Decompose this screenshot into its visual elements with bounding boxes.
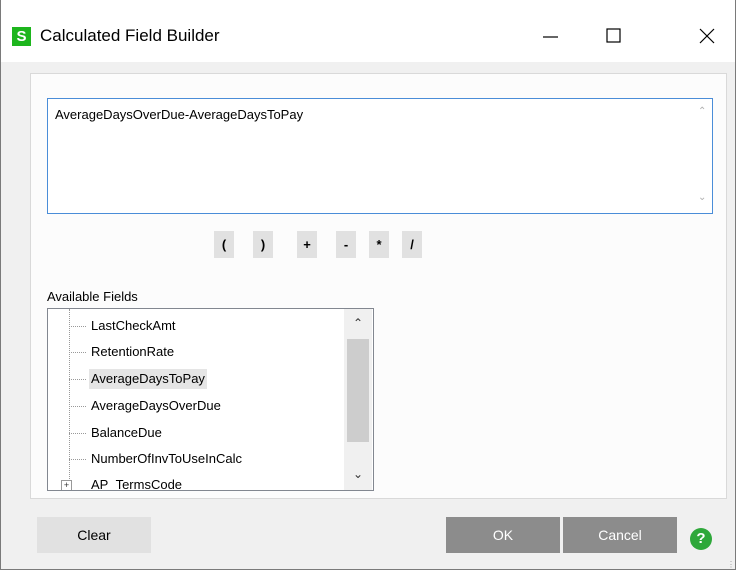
resize-grip-icon[interactable]: ⋮ bbox=[727, 560, 735, 569]
tree-item-retentionrate[interactable]: RetentionRate bbox=[89, 342, 176, 362]
maximize-button[interactable] bbox=[591, 18, 637, 54]
chevron-up-icon[interactable]: ⌃ bbox=[698, 106, 706, 117]
maximize-icon bbox=[606, 28, 621, 43]
clear-button[interactable]: Clear bbox=[37, 517, 151, 553]
tree-connector bbox=[69, 433, 86, 434]
minus-button[interactable]: - bbox=[336, 231, 356, 258]
available-fields-tree[interactable]: LastCheckAmt RetentionRate AverageDaysTo… bbox=[47, 308, 374, 491]
tree-item-averagedaysoverdue[interactable]: AverageDaysOverDue bbox=[89, 396, 223, 416]
tree-connector bbox=[69, 459, 86, 460]
tree-item-balancedue[interactable]: BalanceDue bbox=[89, 423, 164, 443]
multiply-button[interactable]: * bbox=[369, 231, 389, 258]
tree-connector bbox=[69, 406, 86, 407]
tree-item-numberofinvtouseincalc[interactable]: NumberOfInvToUseInCalc bbox=[89, 449, 244, 469]
scroll-down-icon[interactable]: ⌄ bbox=[353, 467, 363, 481]
tree-connector bbox=[69, 379, 86, 380]
tree-item-ap-termscode[interactable]: AP_TermsCode bbox=[89, 475, 184, 490]
cancel-button[interactable]: Cancel bbox=[563, 517, 677, 553]
scroll-up-icon[interactable]: ⌃ bbox=[353, 316, 363, 330]
expand-plus-icon[interactable]: + bbox=[61, 480, 72, 490]
available-fields-label: Available Fields bbox=[47, 289, 138, 304]
open-paren-button[interactable]: ( bbox=[214, 231, 234, 258]
ok-button[interactable]: OK bbox=[446, 517, 560, 553]
tree-connector bbox=[69, 352, 86, 353]
formula-text[interactable]: AverageDaysOverDue-AverageDaysToPay bbox=[55, 107, 303, 122]
plus-button[interactable]: + bbox=[297, 231, 317, 258]
formula-scrollbar[interactable]: ⌃ ⌄ bbox=[694, 100, 711, 212]
tree-item-lastcheckamt[interactable]: LastCheckAmt bbox=[89, 316, 178, 336]
app-logo-icon: S bbox=[12, 27, 31, 46]
chevron-down-icon[interactable]: ⌄ bbox=[698, 192, 706, 203]
minimize-button[interactable] bbox=[528, 18, 574, 54]
help-icon[interactable]: ? bbox=[690, 528, 712, 550]
fields-scrollbar[interactable]: ⌃ ⌄ bbox=[344, 309, 372, 490]
formula-textarea[interactable]: AverageDaysOverDue-AverageDaysToPay ⌃ ⌄ bbox=[47, 98, 713, 214]
divide-button[interactable]: / bbox=[402, 231, 422, 258]
close-icon bbox=[699, 28, 715, 44]
tree-item-averagedaystopay[interactable]: AverageDaysToPay bbox=[89, 369, 207, 389]
close-paren-button[interactable]: ) bbox=[253, 231, 273, 258]
close-button[interactable] bbox=[684, 18, 730, 54]
window-title: Calculated Field Builder bbox=[40, 26, 220, 45]
minimize-icon bbox=[543, 36, 558, 38]
tree-connector bbox=[69, 326, 86, 327]
tree-connector bbox=[69, 309, 70, 481]
title-bar[interactable]: S Calculated Field Builder bbox=[1, 0, 735, 62]
scrollbar-thumb[interactable] bbox=[347, 339, 369, 442]
